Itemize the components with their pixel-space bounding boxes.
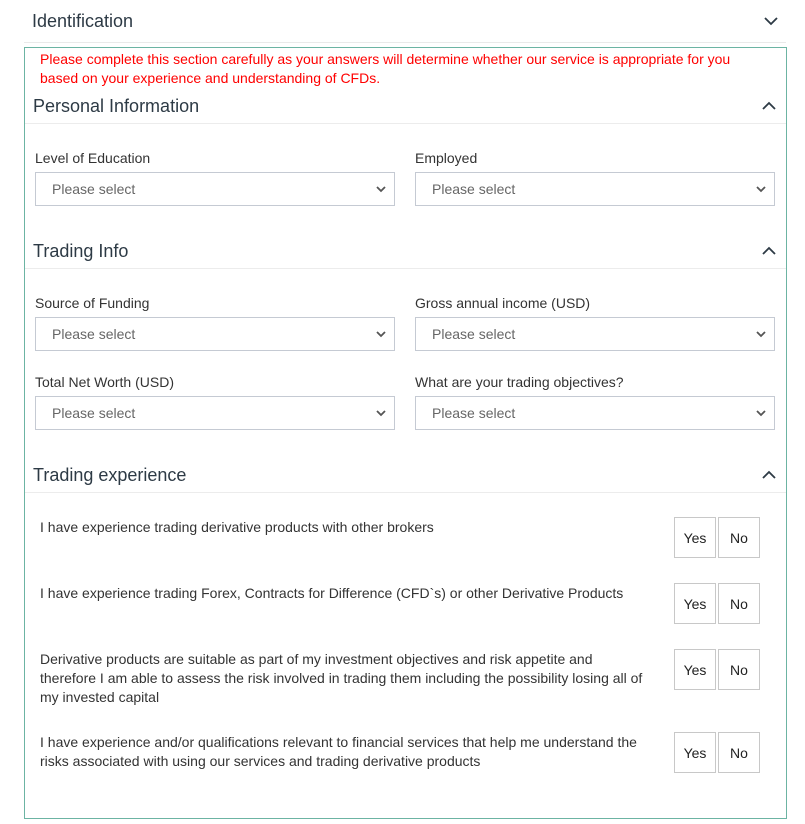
- trading-experience-title: Trading experience: [33, 464, 187, 485]
- identification-panel: Please complete this section carefully a…: [24, 47, 787, 819]
- personal-information-header[interactable]: Personal Information: [25, 89, 786, 124]
- trading-experience-header[interactable]: Trading experience: [25, 458, 786, 493]
- question-2-answer: Yes No: [674, 583, 760, 624]
- employed-placeholder: Please select: [432, 181, 516, 197]
- question-2-no-button[interactable]: No: [718, 583, 760, 624]
- trading-info-header[interactable]: Trading Info: [25, 234, 786, 269]
- chevron-down-icon: [376, 180, 386, 198]
- education-placeholder: Please select: [52, 181, 136, 197]
- chevron-up-icon[interactable]: [762, 244, 776, 258]
- question-3-answer: Yes No: [674, 649, 760, 690]
- net-worth-field: Total Net Worth (USD) Please select: [35, 372, 395, 430]
- employed-label: Employed: [415, 150, 478, 166]
- trading-objectives-label: What are your trading objectives?: [415, 374, 624, 390]
- gross-income-placeholder: Please select: [432, 326, 516, 342]
- source-of-funding-placeholder: Please select: [52, 326, 136, 342]
- question-4-answer: Yes No: [674, 732, 760, 773]
- trading-objectives-select[interactable]: Please select: [415, 396, 775, 430]
- source-of-funding-label: Source of Funding: [35, 295, 150, 311]
- chevron-up-icon[interactable]: [762, 468, 776, 482]
- question-2-text: I have experience trading Forex, Contrac…: [40, 585, 624, 601]
- identification-header[interactable]: Identification: [24, 0, 786, 43]
- chevron-down-icon[interactable]: [764, 14, 778, 28]
- question-2-yes-button[interactable]: Yes: [674, 583, 716, 624]
- trading-objectives-field: What are your trading objectives? Please…: [415, 372, 775, 430]
- question-3-no-button[interactable]: No: [718, 649, 760, 690]
- chevron-down-icon: [376, 325, 386, 343]
- employed-select[interactable]: Please select: [415, 172, 775, 206]
- question-4-no-button[interactable]: No: [718, 732, 760, 773]
- net-worth-label: Total Net Worth (USD): [35, 374, 174, 390]
- chevron-down-icon: [756, 404, 766, 422]
- question-1-answer: Yes No: [674, 517, 760, 558]
- chevron-down-icon: [756, 325, 766, 343]
- education-label: Level of Education: [35, 150, 151, 166]
- chevron-down-icon: [376, 404, 386, 422]
- gross-income-label: Gross annual income (USD): [415, 295, 591, 311]
- personal-information-title: Personal Information: [33, 95, 200, 116]
- source-of-funding-select[interactable]: Please select: [35, 317, 395, 351]
- gross-income-field: Gross annual income (USD) Please select: [415, 293, 775, 351]
- question-1-text: I have experience trading derivative pro…: [40, 519, 434, 535]
- trading-info-title: Trading Info: [33, 240, 129, 261]
- question-1-yes-button[interactable]: Yes: [674, 517, 716, 558]
- warning-message: Please complete this section carefully a…: [40, 51, 731, 86]
- net-worth-placeholder: Please select: [52, 405, 136, 421]
- trading-objectives-placeholder: Please select: [432, 405, 516, 421]
- source-of-funding-field: Source of Funding Please select: [35, 293, 395, 351]
- gross-income-select[interactable]: Please select: [415, 317, 775, 351]
- chevron-up-icon[interactable]: [762, 99, 776, 113]
- question-3-yes-button[interactable]: Yes: [674, 649, 716, 690]
- education-select[interactable]: Please select: [35, 172, 395, 206]
- net-worth-select[interactable]: Please select: [35, 396, 395, 430]
- education-field: Level of Education Please select: [35, 148, 395, 206]
- employed-field: Employed Please select: [415, 148, 775, 206]
- question-1-no-button[interactable]: No: [718, 517, 760, 558]
- identification-title: Identification: [32, 10, 134, 31]
- question-3-text: Derivative products are suitable as part…: [40, 651, 643, 705]
- question-4-text: I have experience and/or qualifications …: [40, 734, 637, 769]
- chevron-down-icon: [756, 180, 766, 198]
- question-4-yes-button[interactable]: Yes: [674, 732, 716, 773]
